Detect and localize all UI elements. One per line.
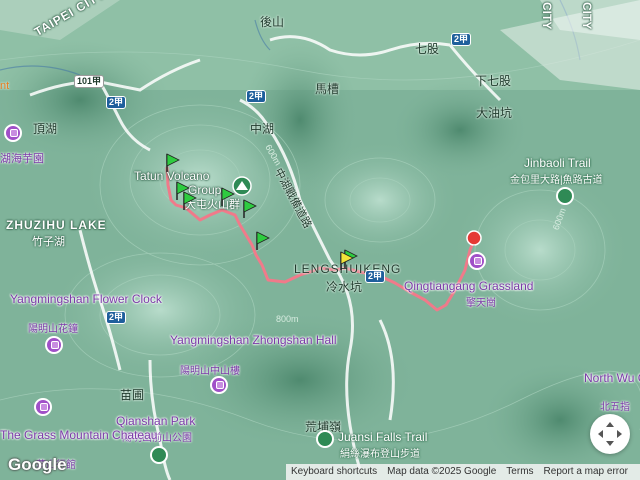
keyboard-shortcuts-link[interactable]: Keyboard shortcuts <box>286 464 382 480</box>
label-qigu: 七股 <box>415 42 440 56</box>
label-edge-orange: nt <box>0 80 10 92</box>
label-xiaqigu: 下七股 <box>475 74 512 88</box>
trail-juansi-zh: 絹絲瀑布登山步道 <box>340 449 420 460</box>
poi-qianshan-park-icon[interactable] <box>150 446 168 464</box>
road-shield-2jia-a: 2甲 <box>106 96 127 109</box>
poi-zhongshan-hall[interactable]: Yangmingshan Zhongshan Hall <box>170 333 337 347</box>
label-zhuzihu-lake-zh: 竹子湖 <box>32 236 65 248</box>
road-shield-2p: 2甲 <box>451 33 472 46</box>
poi-hairy-field-icon[interactable] <box>4 124 22 142</box>
trail-jinbaoli[interactable]: Jinbaoli Trail <box>524 156 591 170</box>
poi-qingtiangang-zh: 擎天崗 <box>466 298 496 309</box>
road-shield-2jia-d: 2甲 <box>365 270 386 283</box>
trail-juansi-icon[interactable] <box>316 430 334 448</box>
label-dayoukeng: 大油坑 <box>476 106 513 120</box>
attribution-bar: Keyboard shortcuts Map data ©2025 Google… <box>286 464 640 480</box>
label-city-a: CITY <box>540 2 554 30</box>
poi-zhongshan-hall-zh: 陽明山中山樓 <box>180 366 240 377</box>
map-data-text: Map data ©2025 Google <box>387 466 497 477</box>
road-shield-101: 101甲 <box>74 75 105 88</box>
poi-grass-chateau[interactable]: The Grass Mountain Chateau <box>0 428 157 442</box>
label-dinghu: 頂湖 <box>33 122 58 136</box>
poi-flower-clock-icon[interactable] <box>45 336 63 354</box>
road-shield-2jia-c: 2甲 <box>106 311 127 324</box>
label-zhonghu: 中湖 <box>250 122 275 136</box>
google-logo: Google <box>8 455 67 474</box>
poi-qianshan-park[interactable]: Qianshan Park <box>116 414 195 428</box>
contour-label-800: 800m <box>276 314 299 324</box>
label-tatun-volcano-zh: 大屯火山群 <box>185 199 240 211</box>
poi-flower-clock[interactable]: Yangmingshan Flower Clock <box>10 292 162 306</box>
poi-zhongshan-hall-icon[interactable] <box>210 376 228 394</box>
map-view-control[interactable] <box>590 414 630 454</box>
poi-north-wu[interactable]: North Wu Grass <box>584 371 640 385</box>
terrain-layer <box>0 0 640 480</box>
poi-qingtiangang-icon[interactable] <box>468 252 486 270</box>
poi-north-wu-zh: 北五指 <box>600 402 630 413</box>
trail-juansi[interactable]: Juansi Falls Trail <box>338 430 427 444</box>
label-tatun-volcano: Tatun Volcano <box>134 169 210 183</box>
map-canvas[interactable]: TAIPEI CITY CITY CITY 後山 七股 下七股 大油坑 馬槽 中… <box>0 0 640 480</box>
label-city-b: CITY <box>580 2 594 30</box>
terms-link[interactable]: Terms <box>501 464 538 480</box>
road-shield-2jia-b: 2甲 <box>246 90 267 103</box>
label-miaopu: 苗圃 <box>120 388 145 402</box>
fullscreen-icon <box>598 422 622 446</box>
label-hairy-field: 湖海芋園 <box>0 153 44 165</box>
label-masao: 馬槽 <box>315 82 340 96</box>
poi-flower-clock-zh: 陽明山花鐘 <box>28 324 78 335</box>
label-zhuzihu-lake: ZHUZIHU LAKE <box>6 218 107 232</box>
poi-qingtiangang[interactable]: Qingtiangang Grassland <box>404 279 533 293</box>
label-houshan: 後山 <box>260 15 285 29</box>
trail-jinbaoli-icon[interactable] <box>556 187 574 205</box>
poi-grass-chateau-icon[interactable] <box>34 398 52 416</box>
label-lengshuikeng-zh: 冷水坑 <box>326 280 363 294</box>
trail-jinbaoli-zh: 金包里大路|魚路古道 <box>510 175 603 186</box>
report-error-link[interactable]: Report a map error <box>539 464 633 480</box>
label-tatun-volcano-2: Group <box>188 183 222 197</box>
label-lengshuikeng: LENGSHUIKENG <box>294 262 402 276</box>
